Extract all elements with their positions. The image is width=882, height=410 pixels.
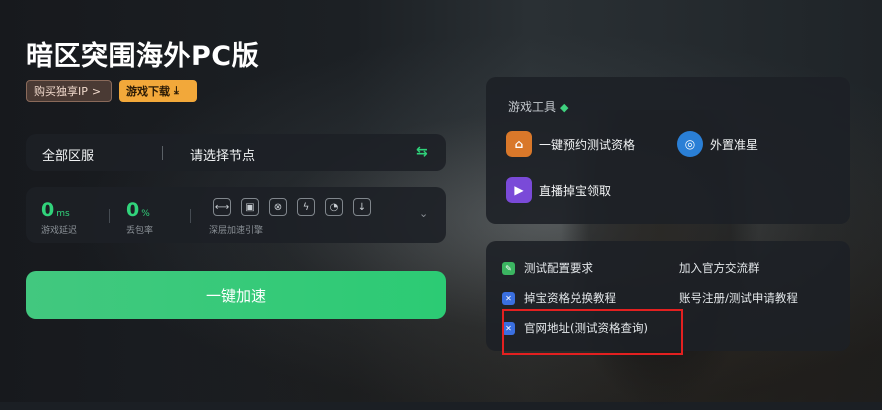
tool-label: 外置准星 [710,137,759,152]
app-icon: ✕ [502,291,515,305]
engine-download-icon[interactable]: ↓ [353,198,371,216]
engine-label: 深层加速引擎 [209,226,264,236]
node-select[interactable]: 请选择节点 [190,145,255,164]
engine-mode-icon[interactable]: ⟷ [213,198,231,216]
cube-icon: ◆ [560,101,569,114]
download-label: 游戏下载 [126,85,170,98]
engine-link-icon[interactable]: ⊗ [269,198,287,216]
chevron-right-icon: > [91,84,102,98]
tool-live-drops[interactable]: ▶ 直播掉宝领取 [506,177,611,203]
latency-value: 0 ms [41,199,70,221]
latency-label: 游戏延迟 [41,226,78,236]
packet-loss-label: 丢包率 [126,226,154,236]
engine-timer-icon[interactable]: ◔ [325,198,343,216]
link-account-register[interactable]: 账号注册/测试申请教程 [679,290,798,306]
edit-icon: ✎ [502,261,515,275]
buy-ip-button[interactable]: 购买独享IP > [26,80,112,102]
one-click-boost-button[interactable]: 一键加速 [26,271,446,319]
server-select[interactable]: 全部区服 [42,145,94,164]
divider [162,146,163,160]
swap-icon[interactable]: ⇆ [416,144,428,160]
link-test-config[interactable]: ✎ 测试配置要求 [502,260,593,276]
divider [109,209,110,223]
highlight-box [502,309,683,355]
download-icon: ⤓ [174,84,179,97]
reserve-icon: ⌂ [506,131,532,157]
packet-loss-value: 0% [126,199,150,221]
stats-panel: 0 ms 游戏延迟 0% 丢包率 ⟷ ▣ ⊗ ϟ ◔ ↓ 深层加速引擎 ⌄ [26,187,446,243]
twitch-icon: ▶ [506,177,532,203]
tool-crosshair[interactable]: ◎ 外置准星 [677,131,758,157]
link-join-group[interactable]: 加入官方交流群 [679,260,760,276]
game-tools-panel: 游戏工具 ◆ ⌂ 一键预约测试资格 ◎ 外置准星 ▶ 直播掉宝领取 [486,77,850,224]
tool-label: 直播掉宝领取 [539,183,612,198]
buy-ip-label: 购买独享IP [34,85,88,98]
download-button[interactable]: 游戏下载 ⤓ [119,80,197,102]
engine-screen-icon[interactable]: ▣ [241,198,259,216]
region-selector: 全部区服 请选择节点 ⇆ [26,134,446,171]
chevron-down-icon[interactable]: ⌄ [419,207,428,220]
game-tools-heading: 游戏工具 ◆ [508,100,569,114]
link-drop-redeem[interactable]: ✕ 掉宝资格兑换教程 [502,290,616,306]
divider [190,209,191,223]
engine-bolt-icon[interactable]: ϟ [297,198,315,216]
tool-reserve-test[interactable]: ⌂ 一键预约测试资格 [506,131,635,157]
crosshair-icon: ◎ [677,131,703,157]
page-title: 暗区突围海外PC版 [26,41,260,72]
tool-label: 一键预约测试资格 [539,137,636,152]
